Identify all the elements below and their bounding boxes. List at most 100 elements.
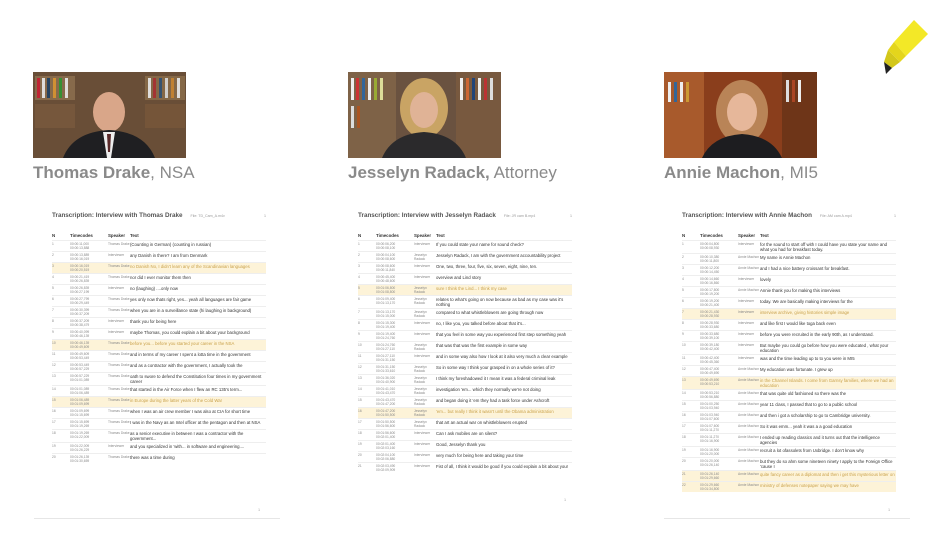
row-number: 9	[52, 330, 54, 334]
timecode: 00:00:45,400 00:00:48,600	[376, 275, 396, 283]
row-number: 20	[52, 455, 56, 459]
column-header: N	[52, 233, 56, 238]
speaker: Annie Machon	[738, 424, 760, 428]
portrait-jesselyn-radack	[348, 72, 501, 158]
transcript-text: in the Channel Islands. I come from Garn…	[760, 378, 894, 388]
page-footer-number: 1	[564, 498, 566, 502]
timecode: 00:01:19,269 00:01:22,009	[70, 431, 90, 439]
timecode: 00:01:26,140 00:01:29,660	[700, 472, 720, 480]
table-row: 20 00:01:26,139 00:01:30,659 Thomas Drake t…	[52, 453, 266, 464]
column-header: N	[682, 233, 686, 238]
table-row: 8 00:00:28,930 00:00:33,680 Interviewer and…	[682, 319, 896, 330]
speaker: Annie Machon	[738, 378, 760, 382]
transcript-text: One, two, three, four, five, six, seven,…	[436, 264, 538, 269]
table-row: 14 00:01:41,010 00:01:43,470 Jesselyn Rada…	[358, 385, 572, 396]
timecode: 00:01:20,000 00:01:26,140	[700, 459, 720, 467]
transcript-text: and in some way also how I look at it al…	[436, 354, 568, 359]
speaker: Interviewer	[414, 354, 431, 358]
speaker: Thomas Drake	[108, 352, 130, 356]
row-number: 18	[52, 431, 56, 435]
transcript-text: that was quite old fashioned so there wa…	[760, 391, 846, 396]
transcript-text: and I had a nice battery croissant for b…	[760, 266, 850, 271]
table-row: 9 00:01:19,400 00:01:24,760 Interviewer tha…	[358, 330, 572, 341]
speaker: Interviewer	[738, 356, 755, 360]
transcript-text: year 11 class, I passed that to go to a …	[760, 402, 858, 407]
table-row: 7 00:00:30,399 00:00:37,209 Thomas Drake wh…	[52, 306, 266, 317]
timecode: 00:00:40,099 00:00:46,139	[70, 330, 90, 338]
transcript-text: So in some way I think your grasped in o…	[436, 365, 555, 370]
speaker: Jesselyn Radack	[414, 387, 427, 395]
transcript-text: (Counting in German) (counting in russia…	[130, 242, 212, 247]
transcript-document-radack: Transcription: Interview with Jesselyn R…	[340, 204, 586, 508]
row-number: 16	[682, 413, 686, 417]
row-number: 3	[52, 264, 54, 268]
row-number: 15	[682, 402, 686, 406]
transcript-document-drake: Transcription: Interview with Thomas Dra…	[34, 204, 280, 518]
timecode: 00:01:11,270 00:01:16,900	[700, 435, 720, 443]
transcript-text: that started in the Air Force when I fle…	[130, 387, 243, 392]
row-number: 13	[52, 374, 56, 378]
table-row: 11 00:01:27,110 00:01:31,150 Interviewer an…	[358, 352, 572, 363]
timecode: 00:01:06,800 00:01:08,800	[376, 286, 396, 294]
table-row: 4 00:00:14,660 00:00:16,860 Interviewer lov…	[682, 275, 896, 286]
column-header: Text	[760, 233, 769, 238]
transcript-text: ministry of defenses notepaper saying we…	[760, 483, 859, 488]
row-number: 14	[52, 387, 56, 391]
table-header: N Timecodes Speaker Text	[682, 233, 896, 240]
transcript-text: as a senior executive in between I was a…	[130, 431, 244, 441]
transcript-text: So it was emm... yeah it was a a good ed…	[760, 424, 853, 429]
row-number: 16	[358, 409, 362, 413]
timecode: 00:01:24,760 00:01:27,110	[376, 343, 396, 351]
transcript-text: I ended up reading classics and it turns…	[760, 435, 880, 445]
speaker: Interviewer	[414, 442, 431, 446]
timecode: 00:02:04,100 00:02:06,880	[376, 453, 396, 461]
speaker: Interviewer	[108, 319, 125, 323]
timecode: 00:01:50,500 00:01:56,600	[376, 420, 396, 428]
speaker: Thomas Drake	[108, 431, 130, 435]
table-row: 9 00:00:33,680 00:00:39,100 Interviewer bef…	[682, 330, 896, 341]
table-header: N Timecodes Speaker Text	[52, 233, 266, 240]
row-number: 5	[358, 286, 360, 290]
speaker: Interviewer	[414, 275, 431, 279]
timecode: 00:00:11,000 00:00:13,888	[70, 242, 90, 250]
transcript-text: and you specialized in 'with... in softw…	[130, 444, 245, 449]
timecode: 00:01:15,300 00:01:19,400	[376, 321, 396, 329]
transcript-table: N Timecodes Speaker Text 1 00:00:11,000 00:00…	[52, 233, 266, 464]
timecode: 00:00:04,100 00:00:08,600	[376, 253, 396, 261]
speaker: Thomas Drake	[108, 242, 130, 246]
page-number: 1	[264, 214, 266, 218]
document-header: Transcription: Interview with Thomas Dra…	[52, 212, 266, 219]
table-header: N Timecodes Speaker Text	[358, 233, 572, 240]
table-row: 13 00:00:49,690 00:00:53,210 Annie Machon i…	[682, 376, 896, 389]
timecode: 00:00:14,660 00:00:16,860	[700, 277, 720, 285]
document-header: Transcription: Interview with Jesselyn R…	[358, 212, 572, 219]
column-header: Text	[130, 233, 139, 238]
transcript-text: sure I think the Lind... I think my case	[436, 286, 507, 291]
portrait-thomas-drake	[33, 72, 186, 158]
transcript-text: when you are in a surveillance state (hi…	[130, 308, 252, 313]
table-row: 1 00:00:11,000 00:00:13,888 Thomas Drake (C…	[52, 240, 266, 251]
row-number: 14	[358, 387, 362, 391]
person-name: Thomas Drake	[33, 163, 151, 182]
row-number: 17	[52, 420, 56, 424]
person-name: Jesselyn Radack,	[348, 163, 490, 182]
table-row: 7 00:00:21,430 00:00:28,930 Interviewer int…	[682, 308, 896, 319]
table-row: 15 00:01:06,489 00:01:09,699 Thomas Drake i…	[52, 396, 266, 407]
row-number: 5	[52, 286, 54, 290]
timecode: 00:01:09,400 00:01:13,170	[376, 297, 396, 305]
transcript-text: before you... before you started your ca…	[130, 341, 235, 346]
timecode: 00:01:09,699 00:01:15,699	[70, 409, 90, 417]
speaker: Interviewer	[738, 343, 755, 347]
speaker: Jesselyn Radack	[414, 310, 427, 318]
page-footer-number: 1	[888, 508, 890, 512]
table-row: 3 00:00:16,019 00:00:20,519 Thomas Drake no…	[52, 262, 266, 273]
table-row: 21 00:02:03,490 00:02:09,909 Interviewer Fi…	[358, 462, 572, 473]
transcript-text: But maybe you could go before how you we…	[760, 343, 889, 353]
transcript-text: that art an actual war on whistleblowers…	[436, 420, 528, 425]
timecode: 00:02:03,490 00:02:09,909	[376, 464, 396, 472]
transcript-text: no Danish No, I didn't learn any of the …	[130, 264, 250, 269]
transcript-text: nor did I ever monitor them then	[130, 275, 191, 280]
speaker: Interviewer	[108, 286, 125, 290]
table-row: 7 00:01:13,170 00:01:15,000 Jesselyn Radac…	[358, 308, 572, 319]
speaker: Interviewer	[414, 321, 431, 325]
